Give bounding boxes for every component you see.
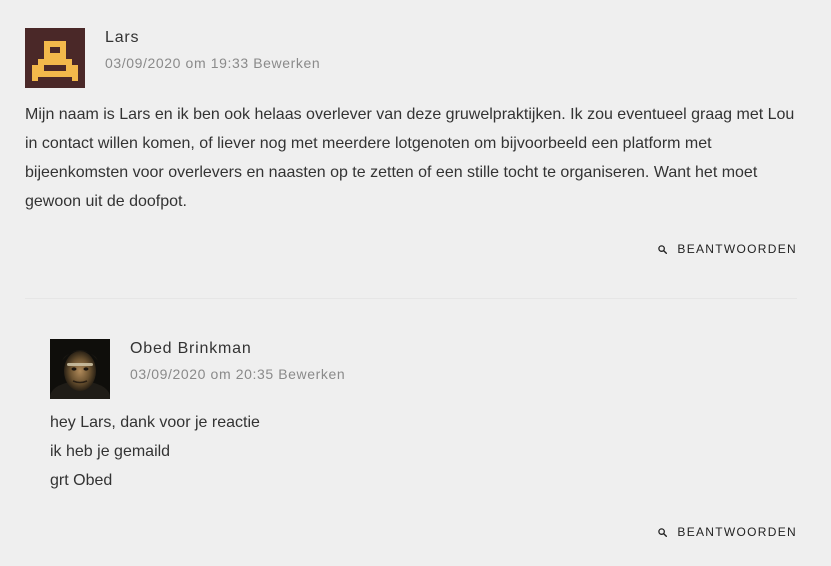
comment-header: Obed Brinkman 03/09/2020 om 20:35 Bewerk… <box>50 339 797 399</box>
comment-paragraph: ik heb je gemaild <box>50 443 171 460</box>
comment-paragraph: hey Lars, dank voor je reactie <box>50 414 260 431</box>
comment-date[interactable]: 03/09/2020 om 19:33 <box>105 55 249 71</box>
search-icon <box>658 527 668 537</box>
comment-author: Obed Brinkman <box>130 340 252 357</box>
comment-obed: Obed Brinkman 03/09/2020 om 20:35 Bewerk… <box>50 339 797 539</box>
comment-paragraph: grt Obed <box>50 472 113 489</box>
reply-button[interactable]: BEANTWOORDEN <box>658 242 797 256</box>
edit-link[interactable]: Bewerken <box>278 366 345 382</box>
comment-body: Mijn naam is Lars en ik ben ook helaas o… <box>25 100 797 216</box>
comment-paragraph: Mijn naam is Lars en ik ben ook helaas o… <box>25 106 795 210</box>
comment-date-line: 03/09/2020 om 19:33 Bewerken <box>105 55 320 71</box>
comment-meta: Lars 03/09/2020 om 19:33 Bewerken <box>105 28 320 71</box>
reply-label: BEANTWOORDEN <box>677 242 797 256</box>
comment-header: Lars 03/09/2020 om 19:33 Bewerken <box>25 28 797 88</box>
edit-link[interactable]: Bewerken <box>253 55 320 71</box>
reply-button[interactable]: BEANTWOORDEN <box>658 525 797 539</box>
reply-label: BEANTWOORDEN <box>677 525 797 539</box>
comment-author: Lars <box>105 29 140 46</box>
avatar-photo <box>50 339 110 399</box>
comment-lars: Lars 03/09/2020 om 19:33 Bewerken Mijn n… <box>25 28 797 256</box>
comment-body: hey Lars, dank voor je reactie ik heb je… <box>50 408 797 495</box>
search-icon <box>658 244 668 254</box>
comment-divider <box>25 298 797 299</box>
comment-date-line: 03/09/2020 om 20:35 Bewerken <box>130 366 345 382</box>
avatar-identicon <box>25 28 85 88</box>
comment-meta: Obed Brinkman 03/09/2020 om 20:35 Bewerk… <box>130 339 345 382</box>
comment-date[interactable]: 03/09/2020 om 20:35 <box>130 366 274 382</box>
